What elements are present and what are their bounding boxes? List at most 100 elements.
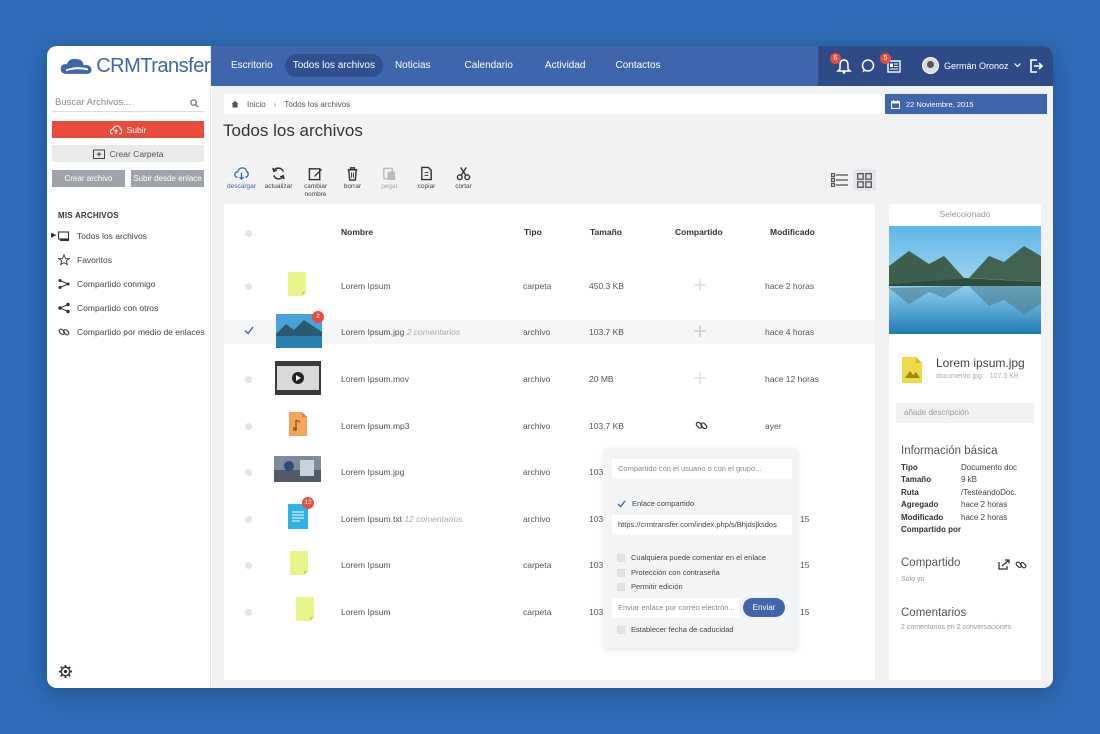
- refresh-button[interactable]: actualizar: [260, 166, 297, 199]
- search-input[interactable]: Buscar Archivos...: [52, 94, 204, 112]
- bell-button[interactable]: 6: [830, 53, 852, 74]
- cloud-upload-icon: [109, 124, 122, 135]
- option-password-checkbox[interactable]: Protección con contraseña: [617, 568, 720, 577]
- comments-summary[interactable]: 2 comentarios en 2 conversaciones: [901, 624, 1011, 631]
- col-header-type[interactable]: Tipo: [524, 227, 542, 237]
- upload-button[interactable]: Subir: [52, 121, 204, 138]
- logo-text: CRMTransfer: [96, 54, 210, 77]
- details-file-type: documento jpg: [936, 373, 982, 380]
- email-input[interactable]: Enviar enlace por correo electrón...: [612, 598, 739, 618]
- row-type: carpeta: [523, 560, 552, 570]
- info-value: hace 2 horas: [961, 513, 1008, 522]
- row-type: carpeta: [523, 607, 552, 617]
- search-icon[interactable]: [190, 99, 199, 108]
- row-comments[interactable]: 12 comentarios: [404, 514, 462, 524]
- col-header-shared[interactable]: Compartido: [675, 227, 723, 237]
- user-menu[interactable]: Germán Oronoz: [922, 57, 1021, 74]
- share-link-field[interactable]: https://crmtransfer.com/index.php/s/Bhjd…: [612, 515, 792, 535]
- breadcrumb: Inicio › Todos los archivos: [224, 94, 884, 114]
- row-select-radio[interactable]: [245, 609, 252, 616]
- check-icon: [617, 499, 626, 508]
- option-label: Permitir edición: [631, 582, 683, 591]
- share-user-input[interactable]: Compartido con el usuario o con el grupo…: [612, 459, 792, 479]
- upload-link-button[interactable]: Subir desde enlace: [131, 170, 204, 187]
- trash-icon: [347, 167, 358, 181]
- table-row[interactable]: Lorem Ipsum.mov archivo 20 MB hace 12 ho…: [224, 361, 875, 395]
- breadcrumb-home[interactable]: Inicio: [247, 100, 266, 109]
- chat-button[interactable]: [860, 58, 876, 74]
- nav-contactos[interactable]: Contactos: [607, 54, 668, 77]
- table-row[interactable]: 2 Lorem Ipsum.jpg 2 comentarios archivo …: [224, 311, 875, 348]
- table-row[interactable]: Lorem Ipsum carpeta 450.3 KB hace 2 hora…: [224, 272, 875, 298]
- sidebar-item-label: Todos los archivos: [77, 231, 147, 241]
- details-file-name: Lorem ipsum.jpg: [936, 356, 1025, 370]
- add-share-icon[interactable]: [694, 325, 706, 337]
- list-view-button[interactable]: [829, 171, 849, 189]
- sidebar-item-favoritos[interactable]: Favoritos: [58, 254, 112, 266]
- grid-view-button[interactable]: [853, 169, 876, 191]
- row-name[interactable]: Lorem Ipsum.txt 12 comentarios: [341, 514, 462, 524]
- row-select-radio[interactable]: [245, 562, 252, 569]
- col-header-size[interactable]: Tamaño: [590, 227, 622, 237]
- link-icon[interactable]: [1015, 559, 1027, 571]
- row-name[interactable]: Lorem Ipsum: [341, 607, 391, 617]
- sidebar-item-compartido-otros[interactable]: Compartido con otros: [58, 302, 158, 314]
- nav-actividad[interactable]: Actividad: [537, 54, 594, 77]
- row-comments[interactable]: 2 comentarios: [407, 327, 460, 337]
- external-share-icon[interactable]: [998, 559, 1010, 570]
- expiry-checkbox[interactable]: Establecer fecha de caducidad: [617, 625, 734, 634]
- date-display[interactable]: 22 Noviembre, 2015: [885, 94, 1047, 114]
- tasks-button[interactable]: 5: [880, 53, 902, 74]
- col-header-name[interactable]: Nombre: [341, 227, 373, 237]
- copy-button[interactable]: copiar: [408, 166, 445, 199]
- rename-button[interactable]: cambiar nombre: [297, 166, 334, 199]
- row-name[interactable]: Lorem Ipsum.jpg 2 comentarios: [341, 327, 460, 337]
- download-button[interactable]: descargar: [223, 166, 260, 199]
- option-edit-checkbox[interactable]: Permitir edición: [617, 582, 683, 591]
- info-key: Tamaño: [901, 475, 932, 484]
- sidebar-item-compartido-conmigo[interactable]: Compartido conmigo: [58, 278, 155, 290]
- logo[interactable]: CRMTransfer: [47, 46, 211, 86]
- description-input[interactable]: añade descripción: [896, 403, 1034, 423]
- cloud-download-icon: [234, 167, 249, 181]
- option-comment-checkbox[interactable]: Cualquiera puede comentar en el enlace: [617, 553, 766, 562]
- link-icon[interactable]: [695, 419, 708, 432]
- add-share-icon[interactable]: [694, 279, 706, 291]
- row-name[interactable]: Lorem Ipsum: [341, 281, 391, 291]
- row-name[interactable]: Lorem Ipsum.jpg: [341, 467, 404, 477]
- col-header-modified[interactable]: Modificado: [770, 227, 815, 237]
- sidebar: Buscar Archivos... Subir Crear Carpeta C…: [47, 86, 211, 688]
- nav-escritorio[interactable]: Escritorio: [223, 54, 281, 77]
- logout-button[interactable]: [1028, 58, 1044, 74]
- sidebar-item-todos[interactable]: Todos los archivos: [58, 230, 147, 242]
- row-select-radio[interactable]: [245, 423, 252, 430]
- check-icon[interactable]: [244, 326, 254, 335]
- paste-button[interactable]: pegar: [371, 166, 408, 199]
- section-title: MIS ARCHIVOS: [58, 211, 119, 220]
- nav-todos-los-archivos[interactable]: Todos los archivos: [284, 54, 383, 77]
- send-button[interactable]: Enviar: [743, 598, 785, 617]
- info-row: Ruta/TesteandoDoc.: [901, 488, 1031, 497]
- nav-calendario[interactable]: Calendario: [457, 54, 521, 77]
- link-shared-checkbox[interactable]: Enlace compartido: [617, 499, 694, 508]
- table-row[interactable]: Lorem Ipsum.mp3 archivo 103.7 KB ayer: [224, 412, 875, 438]
- row-select-radio[interactable]: [245, 283, 252, 290]
- cut-button[interactable]: cortar: [445, 166, 482, 199]
- sidebar-item-compartido-enlaces[interactable]: Compartido por medio de enlaces: [58, 326, 205, 338]
- row-name[interactable]: Lorem Ipsum.mov: [341, 374, 409, 384]
- row-select-radio[interactable]: [245, 376, 252, 383]
- create-file-button[interactable]: Crear archivo: [52, 170, 125, 187]
- comments-title[interactable]: Comentarios: [901, 607, 966, 619]
- row-name[interactable]: Lorem Ipsum: [341, 560, 391, 570]
- row-select-radio[interactable]: [245, 516, 252, 523]
- select-all-radio[interactable]: [245, 230, 252, 237]
- row-name[interactable]: Lorem Ipsum.mp3: [341, 421, 410, 431]
- row-select-radio[interactable]: [245, 469, 252, 476]
- sidebar-item-label: Compartido conmigo: [77, 279, 156, 289]
- row-size: 103: [589, 467, 604, 477]
- gear-icon[interactable]: [58, 664, 73, 679]
- add-share-icon[interactable]: [694, 372, 706, 384]
- delete-button[interactable]: borrar: [334, 166, 371, 199]
- nav-noticias[interactable]: Noticias: [387, 54, 439, 77]
- create-folder-button[interactable]: Crear Carpeta: [52, 145, 204, 162]
